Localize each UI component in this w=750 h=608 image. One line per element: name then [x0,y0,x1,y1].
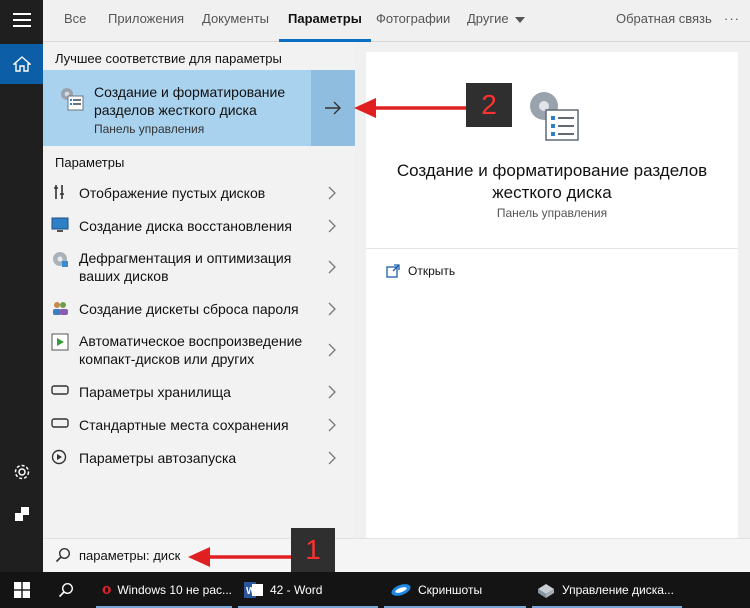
list-item-label: Автоматическое воспроизведение компакт-д… [79,333,303,367]
annotation-arrow-2 [354,98,468,118]
screenshots-icon [391,584,411,596]
taskbar-search-button[interactable] [44,572,88,608]
annotation-badge-2: 2 [466,83,512,127]
caret-down-icon [515,16,526,23]
open-action[interactable]: Открыть [386,264,455,278]
list-item[interactable]: Автоматическое воспроизведение компакт-д… [43,330,355,370]
taskbar-app-label: Windows 10 не рас... [117,583,232,597]
results-panel: Лучшее соответствие для параметры Создан… [43,42,355,538]
settings-button[interactable] [0,452,43,492]
arrow-right-icon [325,101,341,115]
chevron-right-icon [328,385,336,399]
search-icon [58,582,74,598]
autoplay-icon [51,333,69,351]
search-box[interactable]: параметры: диск [43,538,750,572]
home-button[interactable] [0,44,43,84]
taskbar-app-opera[interactable]: Windows 10 не рас... [96,572,232,608]
feedback-link[interactable]: Обратная связь [616,0,712,42]
list-item-label: Создание дискеты сброса пароля [79,301,299,317]
search-tabs: Все Приложения Документы Параметры Фотог… [43,0,750,42]
taskbar-app-disk-management[interactable]: Управление диска... [532,572,682,608]
svg-text:W: W [246,586,256,597]
autostart-icon [51,449,67,465]
left-rail [0,0,43,572]
home-icon [12,56,31,72]
monitor-icon [51,217,69,232]
best-match-title: Создание и форматирование разделов жестк… [94,84,286,118]
list-item-label: Отображение пустых дисков [79,185,266,201]
taskbar-app-word[interactable]: W 42 - Word [238,572,378,608]
list-item[interactable]: Создание диска восстановления [43,214,355,238]
list-item[interactable]: Дефрагментация и оптимизация ваших диско… [43,247,355,287]
chevron-right-icon [328,219,336,233]
list-item[interactable]: Параметры автозапуска [43,446,355,470]
user-icon [14,507,29,521]
list-item-label: Создание диска восстановления [79,218,292,234]
tab-other[interactable]: Другие [467,0,526,42]
best-match-open[interactable]: Создание и форматирование разделов жестк… [43,70,310,146]
wrench-icon [54,185,64,199]
list-item-label: Стандартные места сохранения [79,417,289,433]
word-icon: W [244,582,263,598]
annotation-arrow-1 [188,547,294,567]
disk-management-icon [530,92,579,141]
users-icon [53,302,68,315]
preview-title: Создание и форматирование разделов жестк… [396,161,708,202]
best-match-heading: Лучшее соответствие для параметры [55,51,282,66]
tab-all[interactable]: Все [64,0,86,42]
list-item[interactable]: Отображение пустых дисков [43,181,355,205]
preview-panel: Создание и форматирование разделов жестк… [366,52,738,538]
search-input[interactable]: параметры: диск [79,548,180,563]
hamburger-icon [12,13,31,27]
best-match-expand-button[interactable] [311,70,355,146]
gear-icon [14,464,29,480]
menu-button[interactable] [0,0,43,40]
annotation-badge-1: 1 [291,528,335,572]
chevron-right-icon [328,186,336,200]
storage-icon [51,385,69,395]
chevron-right-icon [328,302,336,316]
disk-management-icon [61,88,84,111]
chevron-right-icon [328,260,336,274]
preview-divider [366,248,738,249]
defrag-icon [53,252,68,267]
tab-documents[interactable]: Документы [202,0,269,42]
list-item-label: Дефрагментация и оптимизация ваших диско… [79,250,292,284]
storage-icon [51,418,69,428]
preview-subtitle: Панель управления [496,206,608,220]
taskbar: Windows 10 не рас... W 42 - Word Скриншо… [0,572,750,608]
tab-photos[interactable]: Фотографии [376,0,450,42]
open-label: Открыть [408,264,456,278]
opera-icon [102,585,111,595]
tab-apps[interactable]: Приложения [108,0,184,42]
disk-management-icon [538,584,554,598]
taskbar-app-label: Управление диска... [562,583,674,597]
taskbar-app-screenshots[interactable]: Скриншоты [384,572,526,608]
user-button[interactable] [0,494,43,534]
best-match-subtitle: Панель управления [94,122,205,136]
chevron-right-icon [328,451,336,465]
windows-logo-icon [14,582,30,598]
settings-heading: Параметры [55,155,125,170]
search-icon [55,547,71,563]
tab-other-label: Другие [467,11,509,26]
list-item[interactable]: Стандартные места сохранения [43,413,355,437]
chevron-right-icon [328,343,336,357]
start-button[interactable] [0,572,44,608]
list-item[interactable]: Параметры хранилища [43,380,355,404]
open-icon [386,264,400,278]
taskbar-app-label: 42 - Word [270,583,323,597]
more-options-button[interactable]: ··· [724,0,740,42]
list-item[interactable]: Создание дискеты сброса пароля [43,297,355,321]
tab-settings-label: Параметры [288,11,362,26]
best-match-result: Создание и форматирование разделов жестк… [43,70,355,146]
list-item-label: Параметры автозапуска [79,450,237,466]
taskbar-app-label: Скриншоты [418,583,483,597]
list-item-label: Параметры хранилища [79,384,231,400]
tab-settings[interactable]: Параметры [279,0,371,42]
chevron-right-icon [328,418,336,432]
